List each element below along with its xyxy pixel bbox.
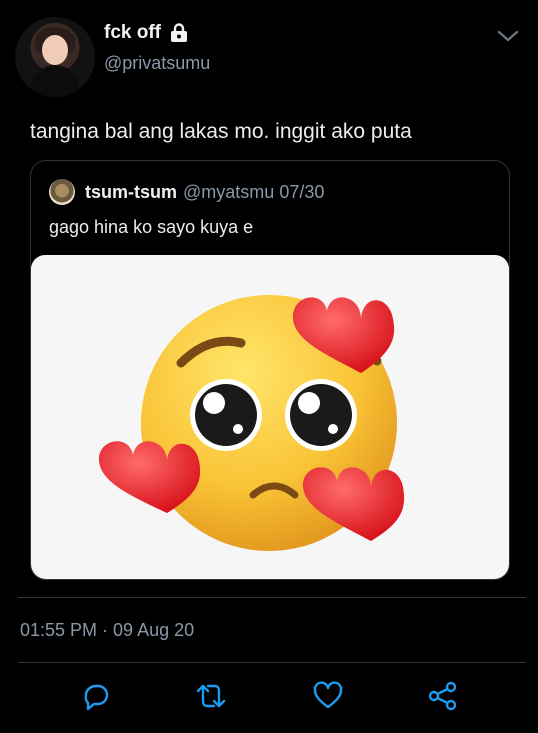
quoted-date: 07/30: [279, 182, 325, 202]
pleading-face-emoji: [98, 295, 405, 551]
quoted-media-image[interactable]: [31, 255, 509, 579]
retweet-icon[interactable]: [195, 680, 227, 712]
quoted-display-name[interactable]: tsum-tsum: [85, 182, 177, 202]
quoted-handle: @myatsmu: [183, 182, 275, 202]
heart-icon[interactable]: [312, 680, 344, 712]
tweet-text: tangina bal ang lakas mo. inggit ako put…: [30, 120, 412, 143]
quoted-author-avatar[interactable]: [49, 179, 75, 205]
quoted-header: tsum-tsum @myatsmu 07/30: [85, 182, 324, 203]
chevron-down-icon[interactable]: [495, 25, 521, 47]
quoted-text: gago hina ko sayo kuya e: [49, 217, 254, 237]
quoted-tweet[interactable]: tsum-tsum @myatsmu 07/30 gago hina ko say…: [30, 160, 510, 580]
divider: [18, 597, 526, 598]
author-name-row[interactable]: fck off: [104, 22, 189, 44]
reply-icon[interactable]: [80, 680, 112, 712]
lock-icon: [169, 23, 189, 43]
share-icon[interactable]: [427, 680, 459, 712]
author-avatar[interactable]: [15, 17, 95, 97]
tweet-timestamp[interactable]: 01:55 PM · 09 Aug 20: [20, 620, 194, 641]
author-display-name[interactable]: fck off: [104, 22, 161, 44]
author-handle[interactable]: @privatsumu: [104, 53, 210, 74]
divider: [18, 662, 526, 663]
